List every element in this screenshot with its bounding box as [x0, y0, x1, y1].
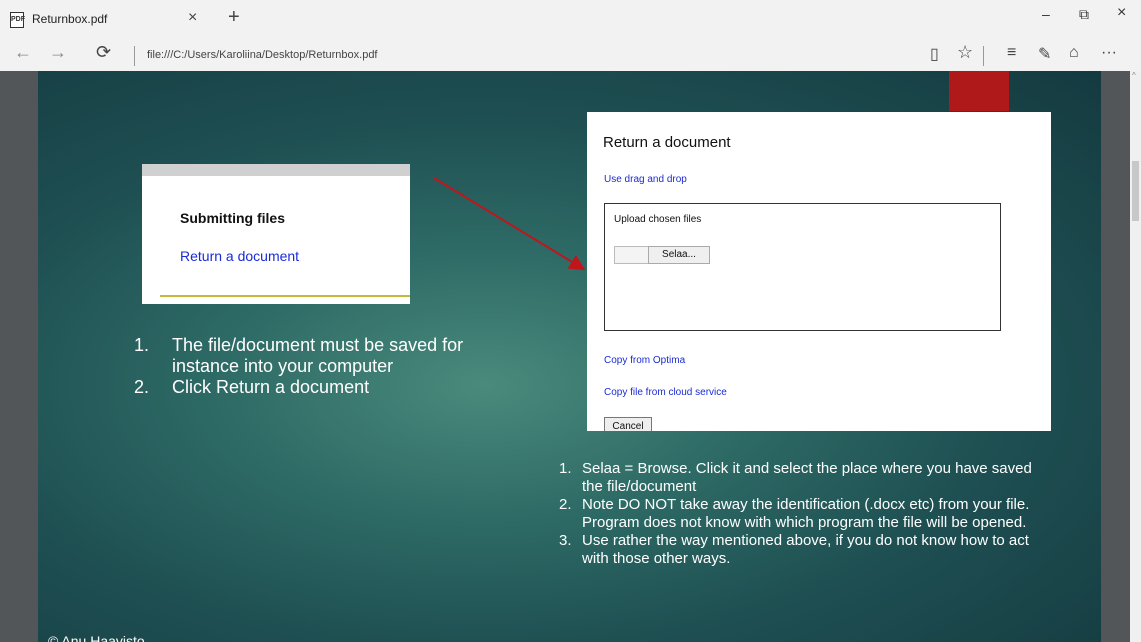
reading-view-icon[interactable]: ▯	[930, 44, 939, 64]
tab-title: Returnbox.pdf	[32, 12, 108, 26]
list-item: 2. Note DO NOT take away the identificat…	[559, 496, 1030, 531]
share-icon[interactable]: ⌂	[1069, 44, 1079, 62]
instructions-left: 1. The file/document must be saved for i…	[134, 335, 494, 398]
forward-button[interactable]: →	[49, 42, 67, 63]
instructions-right: 1. Selaa = Browse. Click it and select t…	[559, 460, 1039, 568]
list-item: 3. Use rather the way mentioned above, i…	[559, 532, 1029, 567]
more-icon[interactable]: ···	[1101, 44, 1117, 62]
favorite-star-icon[interactable]: ☆	[957, 42, 973, 63]
list-item: 2. Click Return a document	[134, 377, 370, 397]
back-button[interactable]: ←	[14, 42, 32, 63]
tab-bar: PDF Returnbox.pdf × + – ⧉ ×	[0, 0, 1141, 40]
divider	[134, 46, 135, 66]
pdf-icon: PDF	[10, 12, 25, 28]
scrollbar-thumb[interactable]	[1132, 161, 1139, 221]
restore-button[interactable]: ⧉	[1079, 6, 1089, 23]
pdf-viewport[interactable]: Submitting files Return a document Retur…	[0, 71, 1141, 642]
list-item: 1. The file/document must be saved for i…	[134, 335, 464, 376]
close-tab-icon[interactable]: ×	[188, 9, 197, 27]
tab-returnbox[interactable]: PDF Returnbox.pdf ×	[0, 0, 218, 40]
address-bar: ← → ⟳ file:///C:/Users/Karoliina/Desktop…	[0, 40, 1141, 71]
copyright-footer: © Anu Haavisto	[48, 633, 145, 642]
web-note-icon[interactable]: ✎	[1038, 44, 1051, 64]
refresh-button[interactable]: ⟳	[96, 42, 111, 63]
minimize-button[interactable]: –	[1042, 6, 1050, 22]
close-window-button[interactable]: ×	[1117, 4, 1126, 22]
url-field[interactable]: file:///C:/Users/Karoliina/Desktop/Retur…	[147, 49, 378, 61]
hub-icon[interactable]: ≡	[1007, 44, 1016, 62]
new-tab-button[interactable]: +	[228, 6, 240, 29]
scroll-up-icon[interactable]: ^	[1132, 71, 1136, 80]
slide-page: Submitting files Return a document Retur…	[38, 71, 1101, 642]
list-item: 1. Selaa = Browse. Click it and select t…	[559, 460, 1032, 495]
browser-window: PDF Returnbox.pdf × + – ⧉ × ← → ⟳ file:/…	[0, 0, 1141, 642]
toolbar-divider	[983, 46, 984, 66]
vertical-scrollbar[interactable]: ^	[1130, 71, 1141, 642]
